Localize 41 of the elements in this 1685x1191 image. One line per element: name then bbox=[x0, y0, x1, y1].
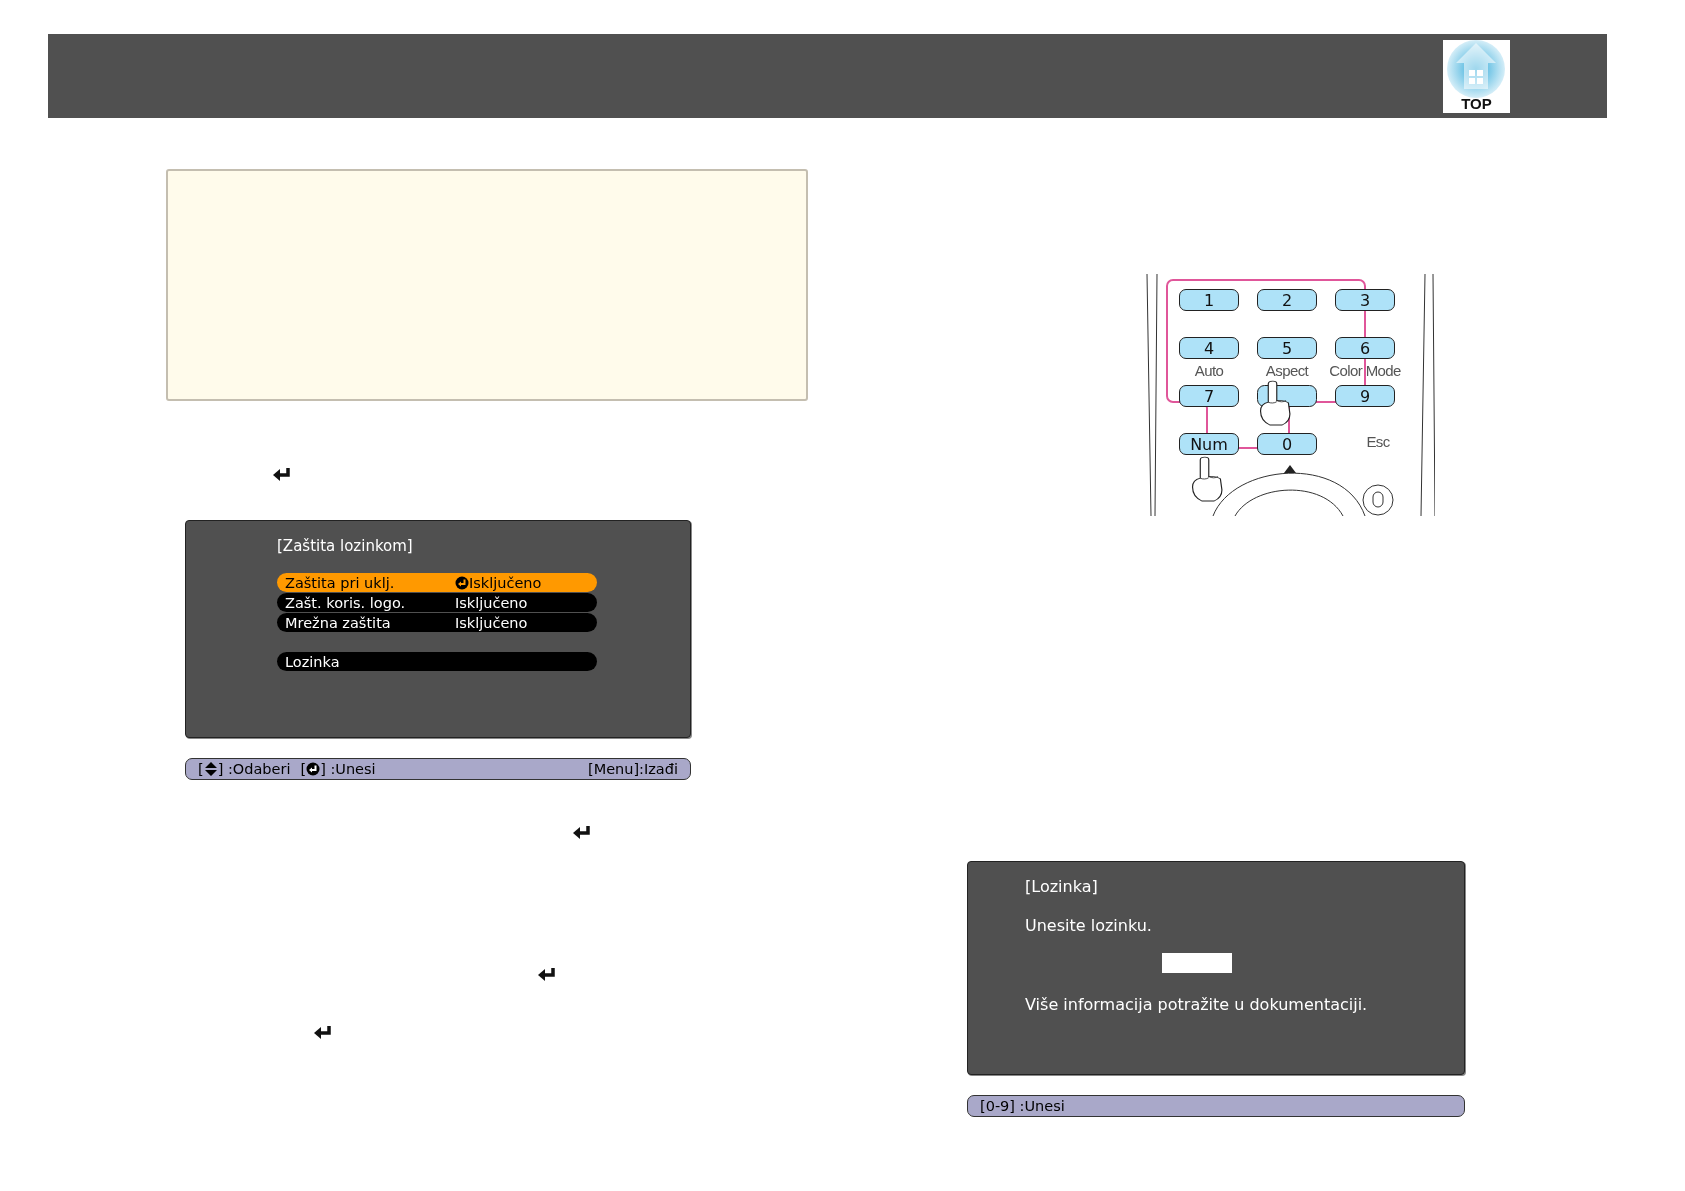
menu-item[interactable]: Mrežna zaštita Isključeno bbox=[277, 613, 597, 632]
enter-icon bbox=[572, 825, 592, 840]
key-caption: Auto bbox=[1193, 362, 1225, 379]
menu-value: Isključeno bbox=[455, 614, 528, 631]
help-text: [0-9] :Unesi bbox=[980, 1098, 1065, 1114]
help-text: [ bbox=[198, 761, 204, 777]
enter-icon bbox=[272, 467, 292, 482]
menu-value: Isključeno bbox=[469, 574, 542, 591]
keypad-key[interactable]: 2 bbox=[1257, 289, 1317, 311]
menu-item[interactable]: Zašt. koris. logo. Isključeno bbox=[277, 593, 597, 612]
menu-item[interactable]: Zaštita pri uklj. Isključeno bbox=[277, 573, 597, 592]
keypad-key[interactable]: 7 bbox=[1179, 385, 1239, 407]
keypad-key[interactable]: Num bbox=[1179, 433, 1239, 455]
logo-text: TOP bbox=[1461, 95, 1492, 112]
enter-icon bbox=[306, 762, 321, 776]
enter-icon bbox=[537, 967, 557, 982]
up-down-arrows-icon bbox=[203, 762, 218, 776]
help-text: ] :Odaberi bbox=[217, 761, 291, 777]
keypad-key[interactable]: 9 bbox=[1335, 385, 1395, 407]
keypad-key[interactable]: 0 bbox=[1257, 433, 1317, 455]
keypad-key[interactable]: 6 bbox=[1335, 337, 1395, 359]
key-caption: Aspect bbox=[1264, 362, 1310, 379]
enter-icon bbox=[313, 1025, 333, 1040]
key-caption: Color Mode bbox=[1328, 362, 1402, 379]
top-button[interactable]: TOP bbox=[1443, 39, 1510, 113]
prompt-text: Unesite lozinku. bbox=[1025, 916, 1153, 936]
help-text: [ bbox=[300, 761, 307, 777]
keypad-key[interactable]: 5 bbox=[1257, 337, 1317, 359]
help-text: [Menu]:Izađi bbox=[587, 761, 678, 777]
menu-item[interactable]: Lozinka bbox=[277, 652, 597, 671]
password-field[interactable] bbox=[1162, 953, 1232, 973]
enter-icon bbox=[455, 575, 469, 590]
screen-title: [Zaštita lozinkom] bbox=[277, 536, 414, 556]
keypad-key[interactable]: 4 bbox=[1179, 337, 1239, 359]
screen-title: [Lozinka] bbox=[1025, 877, 1099, 897]
info-text: Više informacija potražite u dokumentaciji. bbox=[1025, 995, 1369, 1015]
keypad-key[interactable]: 1 bbox=[1179, 289, 1239, 311]
menu-value: Isključeno bbox=[455, 594, 528, 611]
keypad-key[interactable]: 3 bbox=[1335, 289, 1395, 311]
help-text: ] :Unesi bbox=[320, 761, 376, 777]
key-caption: Esc bbox=[1365, 433, 1391, 450]
